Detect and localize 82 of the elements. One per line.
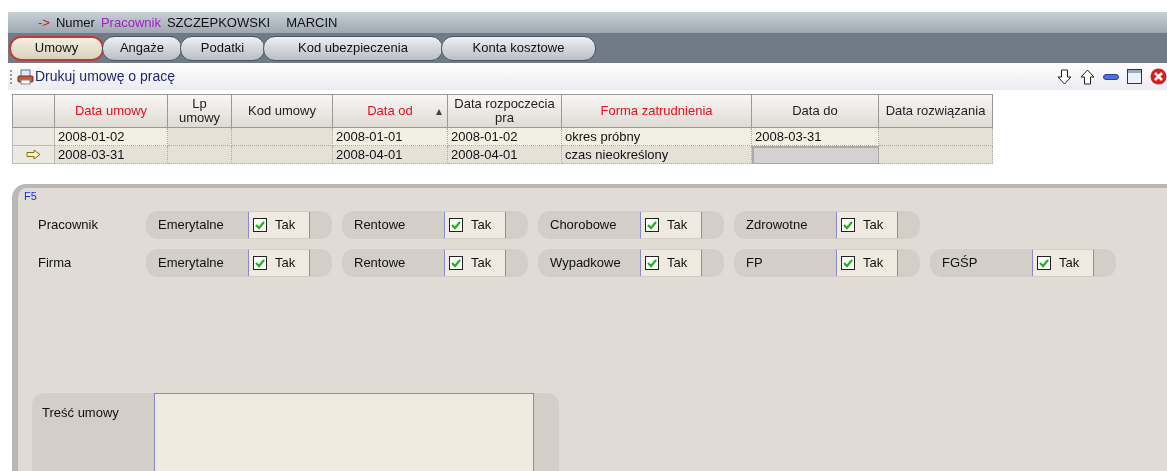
print-contract-button[interactable]: Drukuj umowę o pracę — [17, 66, 176, 87]
table-cell: czas nieokreślony — [562, 146, 752, 164]
option-label: Chorobowe — [550, 216, 618, 235]
checkbox-label: Tak — [471, 254, 492, 273]
checkbox-field[interactable]: Tak — [1032, 250, 1094, 276]
tab[interactable]: Umowy — [9, 35, 104, 61]
checkbox[interactable] — [449, 256, 463, 270]
printer-icon — [17, 68, 34, 85]
option-label: FP — [746, 254, 764, 273]
checkbox[interactable] — [841, 218, 855, 232]
column-header[interactable]: Forma zatrudnienia — [562, 94, 752, 128]
table-cell: 2008-03-31 — [55, 146, 168, 164]
arrow-up-icon[interactable] — [1080, 68, 1095, 85]
checkbox[interactable] — [841, 256, 855, 270]
minimize-icon[interactable] — [1103, 73, 1119, 80]
tab[interactable]: Konta kosztowe — [441, 35, 596, 61]
tab[interactable]: Angaże — [102, 35, 182, 61]
checkbox-label: Tak — [275, 216, 296, 235]
table-cell: 2008-04-01 — [448, 146, 562, 164]
checkbox-label: Tak — [275, 254, 296, 273]
checkbox-field[interactable]: Tak — [836, 212, 898, 238]
checkbox-field[interactable]: Tak — [836, 250, 898, 276]
number-label: Numer — [55, 13, 95, 32]
option-label: FGŚP — [942, 254, 979, 273]
last-name: SZCZEPKOWSKI — [166, 13, 271, 32]
column-header[interactable]: Data od — [333, 94, 448, 128]
table-cell: 2008-03-31 — [752, 128, 879, 146]
arrow-down-icon[interactable] — [1057, 68, 1072, 85]
column-header[interactable]: Data umowy — [55, 94, 168, 128]
checkbox-label: Tak — [863, 254, 884, 273]
employee-label: Pracownik — [100, 13, 161, 32]
checkbox-label: Tak — [1059, 254, 1080, 273]
checkbox[interactable] — [449, 218, 463, 232]
checkbox[interactable] — [1037, 256, 1051, 270]
checkbox[interactable] — [253, 218, 267, 232]
option-label: Rentowe — [354, 216, 407, 235]
table-cell: okres próbny — [562, 128, 752, 146]
column-header[interactable]: Data rozpoczecia pra — [448, 94, 562, 128]
tab[interactable]: Kod ubezpieczenia — [263, 35, 443, 61]
panel-title: F5 — [24, 190, 38, 202]
option-label: Zdrowotne — [746, 216, 809, 235]
table-cell: 2008-01-02 — [55, 128, 168, 146]
checkbox-label: Tak — [471, 216, 492, 235]
tab[interactable]: Podatki — [180, 35, 265, 61]
checkbox-field[interactable]: Tak — [248, 250, 310, 276]
table-cell: 2008-04-01 — [333, 146, 448, 164]
checkbox[interactable] — [253, 256, 267, 270]
option-label: Rentowe — [354, 254, 407, 273]
column-header[interactable]: Data do — [752, 94, 879, 128]
checkbox-field[interactable]: Tak — [248, 212, 310, 238]
table-cell: 2008-01-01 — [333, 128, 448, 146]
row-header-corner — [12, 94, 55, 128]
table-cell — [168, 128, 232, 146]
option-label: Emerytalne — [158, 254, 225, 273]
first-name: MARCIN — [286, 13, 338, 32]
checkbox-field[interactable]: Tak — [640, 212, 702, 238]
group-label: Pracownik — [37, 216, 99, 235]
table-cell: 2008-01-02 — [448, 128, 562, 146]
row-header[interactable] — [12, 146, 55, 164]
group-label: Firma — [37, 254, 73, 273]
contract-text-field[interactable] — [154, 393, 534, 471]
column-header[interactable]: Kod umowy — [232, 94, 333, 128]
checkbox[interactable] — [645, 218, 659, 232]
contract-text-label: Treść umowy — [41, 404, 120, 422]
maximize-icon[interactable] — [1127, 69, 1142, 84]
column-header[interactable]: Data rozwiązania — [879, 94, 993, 128]
table-cell — [168, 146, 232, 164]
cell-editor[interactable] — [752, 146, 879, 164]
current-row-arrow-icon — [26, 149, 41, 160]
checkbox-field[interactable]: Tak — [444, 212, 506, 238]
arrow-marker: -> — [38, 13, 50, 32]
close-icon[interactable] — [1150, 68, 1167, 85]
checkbox[interactable] — [645, 256, 659, 270]
option-label: Wypadkowe — [550, 254, 622, 273]
option-label: Emerytalne — [158, 216, 225, 235]
checkbox-label: Tak — [667, 216, 688, 235]
checkbox-field[interactable]: Tak — [640, 250, 702, 276]
column-header[interactable]: Lp umowy — [168, 94, 232, 128]
checkbox-field[interactable]: Tak — [444, 250, 506, 276]
checkbox-label: Tak — [667, 254, 688, 273]
sort-icon — [436, 109, 442, 115]
checkbox-label: Tak — [863, 216, 884, 235]
